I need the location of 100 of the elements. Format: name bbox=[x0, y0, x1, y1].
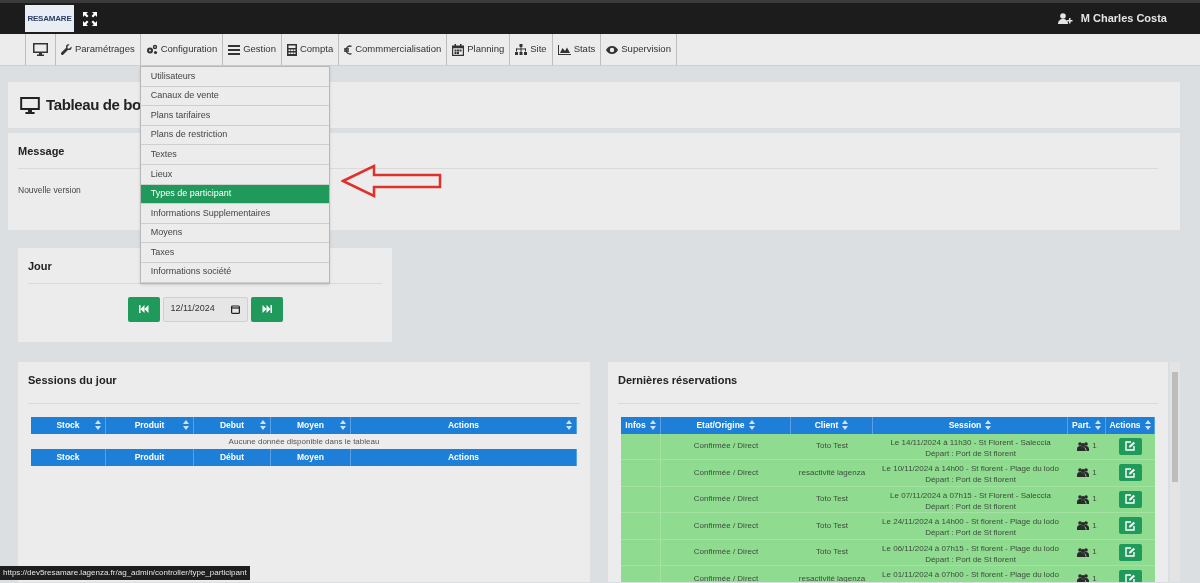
participant-count: 1 bbox=[1092, 440, 1097, 453]
sort-icon bbox=[1094, 420, 1101, 430]
sort-icon bbox=[748, 420, 755, 430]
reservation-row[interactable]: Confirmée / Direct Toto Test Le 07/11/2024 à 07h15 - St Florent - Saleccia Départ : Port de St florent 1 bbox=[621, 486, 1155, 513]
dropdown-item[interactable]: Plans de restriction bbox=[140, 125, 329, 146]
column-header[interactable]: Client bbox=[791, 416, 873, 434]
column-header[interactable]: Produit bbox=[106, 416, 194, 434]
edit-button[interactable] bbox=[1119, 437, 1142, 455]
nav-menu-item[interactable]: Supervision bbox=[600, 34, 677, 65]
table-cell: Le 06/11/2024 à 07h15 - St florent - Plage du lodo bbox=[882, 542, 1059, 554]
scrollbar[interactable] bbox=[1170, 362, 1180, 582]
dropdown-item[interactable]: Utilisateurs bbox=[140, 67, 329, 87]
column-footer: Stock bbox=[31, 448, 106, 466]
dropdown-item[interactable]: Types de participant bbox=[140, 184, 329, 205]
message-text: Nouvelle version bbox=[18, 183, 81, 197]
column-header[interactable]: Etat/Origine bbox=[661, 416, 791, 434]
monitor-icon bbox=[20, 96, 40, 114]
table-cell: Départ : Port de St florent bbox=[925, 527, 1016, 538]
column-header[interactable]: Session bbox=[873, 416, 1068, 434]
column-header[interactable]: Actions bbox=[351, 416, 577, 434]
panel-title: Dernières réservations bbox=[618, 372, 1158, 404]
column-footer: Actions bbox=[351, 448, 577, 466]
edit-button[interactable] bbox=[1119, 517, 1142, 535]
date-field[interactable]: 12/11/2024 bbox=[162, 296, 248, 322]
fullscreen-icon[interactable] bbox=[83, 11, 97, 26]
reservation-row[interactable]: Confirmée / Direct resactivité lagenza Le 01/11/2024 à 07h00 - St florent - Plage du lodo 1 bbox=[621, 566, 1155, 582]
users-icon bbox=[1077, 468, 1090, 478]
dropdown-item[interactable]: Canaux de vente bbox=[140, 86, 329, 107]
dropdown-item[interactable]: Plans tarifaires bbox=[140, 106, 329, 126]
edit-icon bbox=[1125, 547, 1136, 558]
edit-icon bbox=[1125, 441, 1136, 452]
sort-icon bbox=[95, 420, 101, 430]
panel-title: Sessions du jour bbox=[28, 372, 580, 404]
table-cell: Le 24/11/2024 à 14h00 - St florent - Plage du lodo bbox=[882, 516, 1059, 527]
table-cell: Le 14/11/2024 à 11h30 - St Florent - Saleccia bbox=[890, 436, 1051, 448]
edit-icon bbox=[1125, 520, 1136, 531]
column-footer: Moyen bbox=[271, 448, 351, 466]
skip-forward-icon bbox=[261, 305, 272, 313]
reservation-row[interactable]: Confirmée / Direct Toto Test Le 14/11/2024 à 11h30 - St Florent - Saleccia Départ : Port de St florent 1 bbox=[621, 433, 1155, 460]
participant-count: 1 bbox=[1092, 493, 1097, 506]
gears-icon bbox=[145, 44, 158, 55]
dropdown-item[interactable]: Moyens bbox=[140, 223, 329, 244]
dropdown-item[interactable]: Informations société bbox=[140, 262, 329, 283]
sort-icon bbox=[260, 420, 266, 430]
edit-button[interactable] bbox=[1119, 570, 1142, 582]
dropdown-item[interactable]: Taxes bbox=[140, 243, 329, 263]
table-cell-text: Toto Test bbox=[815, 493, 849, 506]
table-cell-text: Confirmée / Direct bbox=[692, 466, 760, 479]
table-cell-text: Confirmée / Direct bbox=[692, 440, 760, 453]
logo: RESAMARE bbox=[25, 5, 74, 32]
table-cell-text: Toto Test bbox=[815, 546, 849, 559]
dropdown-item[interactable]: Informations Supplementaires bbox=[140, 204, 329, 224]
reservation-row[interactable]: Confirmée / Direct Toto Test Le 24/11/2024 à 14h00 - St florent - Plage du lodo Départ : Port de St florent 1 bbox=[621, 513, 1155, 540]
participant-count: 1 bbox=[1092, 572, 1097, 582]
participant-count: 1 bbox=[1092, 466, 1097, 479]
users-icon bbox=[1077, 574, 1090, 582]
previous-day-button[interactable] bbox=[127, 296, 160, 322]
column-footer: Produit bbox=[106, 448, 194, 466]
column-header[interactable]: Debut bbox=[194, 416, 271, 434]
edit-button[interactable] bbox=[1119, 464, 1142, 482]
empty-table-message: Aucune donnée disponible dans le tableau bbox=[227, 435, 381, 448]
table-cell: Départ : Port de St florent bbox=[925, 500, 1016, 512]
reservation-row[interactable]: Confirmée / Direct resactivité lagenza Le 10/11/2024 à 14h00 - St florent - Plage du lodo Départ : Port de St florent 1 bbox=[621, 460, 1155, 487]
edit-button[interactable] bbox=[1119, 490, 1142, 508]
column-header[interactable]: Actions bbox=[1106, 416, 1155, 434]
eye-icon bbox=[606, 45, 619, 54]
table-cell: Départ : Port de St florent bbox=[925, 474, 1016, 485]
column-header[interactable]: Moyen bbox=[271, 416, 351, 434]
column-header[interactable]: Part. bbox=[1068, 416, 1106, 434]
table-cell-text: resactivité lagenza bbox=[797, 572, 867, 582]
calendar-icon bbox=[230, 304, 240, 314]
edit-icon bbox=[1125, 494, 1136, 505]
table-cell-text: Confirmée / Direct bbox=[692, 519, 760, 532]
table-cell: Départ : Port de St florent bbox=[925, 447, 1016, 459]
user-name[interactable]: M Charles Costa bbox=[1080, 10, 1167, 27]
sort-icon bbox=[566, 420, 572, 430]
edit-icon bbox=[1125, 573, 1136, 582]
column-header[interactable]: Stock bbox=[31, 416, 106, 434]
status-url: https://dev5resamare.lagenza.fr/ag_admin/controller/type_participant bbox=[0, 566, 250, 580]
dropdown-item[interactable]: Textes bbox=[140, 145, 329, 165]
dropdown-item[interactable]: Lieux bbox=[140, 164, 329, 185]
sitemap-icon bbox=[515, 44, 528, 55]
users-icon bbox=[1077, 494, 1090, 504]
edit-button[interactable] bbox=[1119, 543, 1142, 561]
wrench-icon bbox=[61, 44, 72, 55]
sort-icon bbox=[649, 420, 656, 430]
calculator-icon bbox=[286, 43, 297, 56]
list-icon bbox=[228, 44, 241, 55]
table-cell-text: Toto Test bbox=[815, 440, 849, 453]
table-cell: Le 07/11/2024 à 07h15 - St Florent - Saleccia bbox=[890, 489, 1051, 501]
area-chart-icon bbox=[557, 44, 571, 55]
sort-icon bbox=[1144, 420, 1151, 430]
scrollbar-thumb[interactable] bbox=[1172, 372, 1178, 482]
column-header[interactable]: Infos bbox=[621, 416, 661, 434]
table-cell-text: resactivité lagenza bbox=[797, 466, 867, 479]
participant-count: 1 bbox=[1092, 546, 1097, 559]
reservation-row[interactable]: Confirmée / Direct Toto Test Le 06/11/2024 à 07h15 - St florent - Plage du lodo Départ : Port de St florent 1 bbox=[621, 539, 1155, 566]
table-cell: Le 10/11/2024 à 14h00 - St florent - Plage du lodo bbox=[882, 463, 1059, 474]
next-day-button[interactable] bbox=[250, 296, 283, 322]
page-title: Tableau de bo bbox=[46, 94, 141, 115]
